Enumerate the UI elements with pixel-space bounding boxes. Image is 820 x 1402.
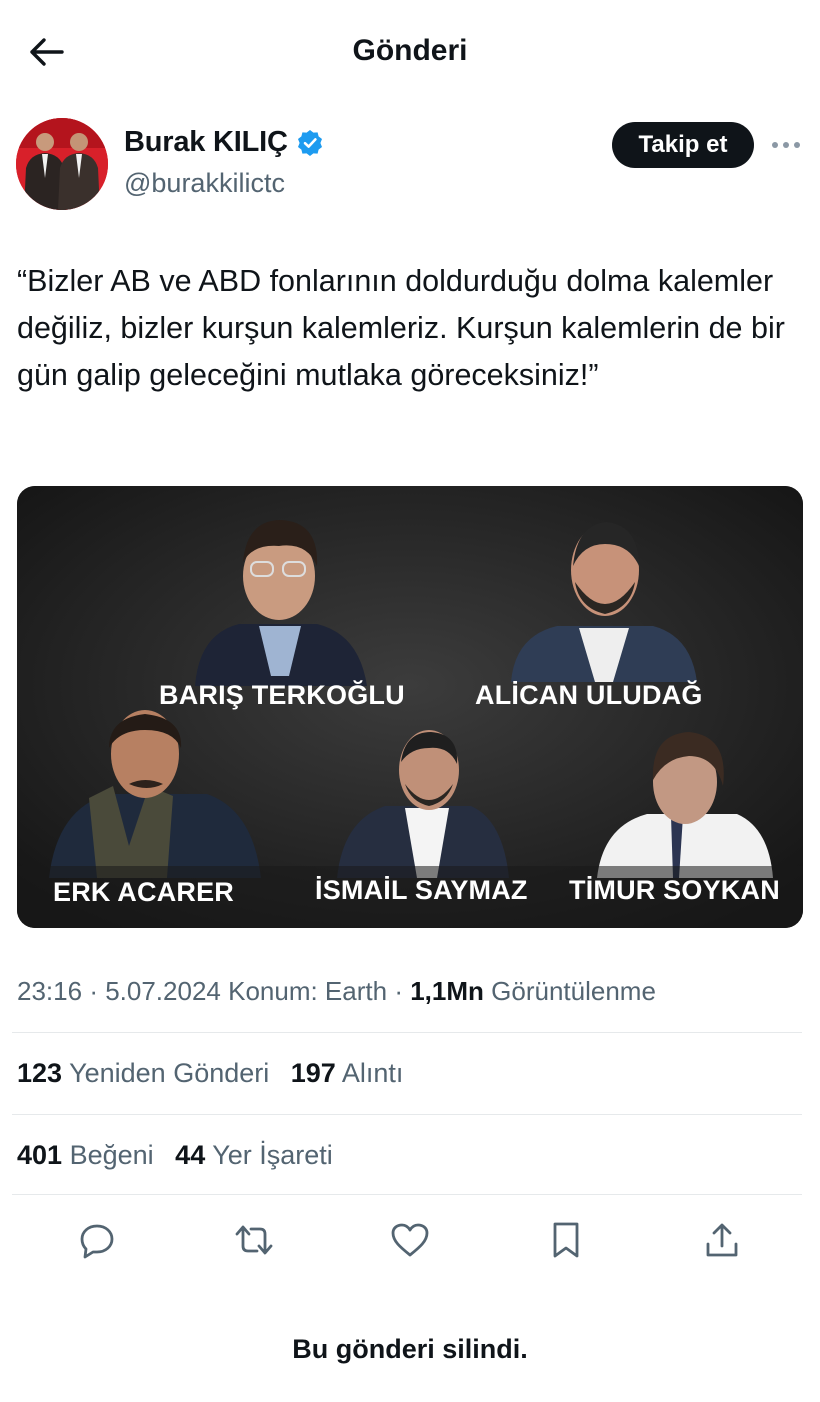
person-label-3: ERK ACARER [53,877,235,907]
tweet-meta: 23:16 · 5.07.2024 Konum: Earth · 1,1Mn G… [17,976,656,1007]
repost-icon [235,1225,273,1255]
action-bar [0,1212,820,1268]
views-count: 1,1Mn [410,976,484,1006]
follow-button[interactable]: Takip et [612,122,754,168]
top-bar: Gönderi [0,0,820,104]
bookmarks-stat[interactable]: 44 Yer İşareti [175,1140,333,1170]
repost-button[interactable] [226,1212,282,1268]
likes-count: 401 [17,1140,63,1170]
person-label-2: ALİCAN ULUDAĞ [475,680,703,710]
page-title: Gönderi [352,34,468,67]
reposts-stat[interactable]: 123 Yeniden Gönderi [17,1058,269,1088]
views-label: Görüntülenme [491,976,656,1006]
author-header: Burak KILIÇ @burakkilictc Takip et [16,116,808,212]
tweet-time[interactable]: 23:16 [17,976,82,1006]
person-label-5: TİMUR SOYKAN [569,875,780,905]
person-label-4: İSMAİL SAYMAZ [315,875,528,905]
like-icon [391,1223,429,1257]
share-button[interactable] [694,1212,750,1268]
likes-label: Beğeni [69,1140,154,1170]
more-horizontal-icon [772,142,800,148]
divider [12,1114,802,1115]
author-handle[interactable]: @burakkilictc [124,168,285,199]
quotes-label: Alıntı [341,1058,404,1088]
like-button[interactable] [382,1212,438,1268]
reposts-count: 123 [17,1058,63,1088]
verified-badge-icon [297,129,322,156]
meta-separator: · [89,976,106,1006]
reply-button[interactable] [69,1212,125,1268]
bookmark-button[interactable] [538,1212,594,1268]
author-name[interactable]: Burak KILIÇ [124,126,288,159]
likes-stat[interactable]: 401 Beğeni [17,1140,154,1170]
divider [12,1032,802,1033]
quotes-count: 197 [290,1058,336,1088]
tweet-location: Konum: Earth [228,976,388,1006]
author-name-row: Burak KILIÇ [124,126,324,159]
stats-row-likes: 401 Beğeni 44 Yer İşareti [17,1140,347,1171]
bookmarks-label: Yer İşareti [212,1140,333,1170]
meta-separator: · [394,976,411,1006]
reposts-label: Yeniden Gönderi [69,1058,270,1088]
tweet-text: “Bizler AB ve ABD fonlarının doldurduğu … [17,264,785,392]
bookmark-icon [553,1222,579,1258]
share-icon [706,1223,738,1257]
bookmarks-count: 44 [175,1140,206,1170]
reply-icon [80,1224,114,1259]
tweet-date[interactable]: 5.07.2024 [105,976,221,1006]
stats-row-reposts: 123 Yeniden Gönderi 197 Alıntı [17,1058,417,1089]
tweet-media-image[interactable]: BARIŞ TERKOĞLU ALİCAN ULUDAĞ ERK ACARER … [17,486,803,928]
divider [12,1194,802,1195]
deleted-notice: Bu gönderi silindi. [292,1334,528,1364]
person-label-1: BARIŞ TERKOĞLU [159,680,405,710]
more-options-button[interactable] [770,130,802,160]
avatar[interactable] [16,118,108,210]
quotes-stat[interactable]: 197 Alıntı [291,1058,404,1088]
